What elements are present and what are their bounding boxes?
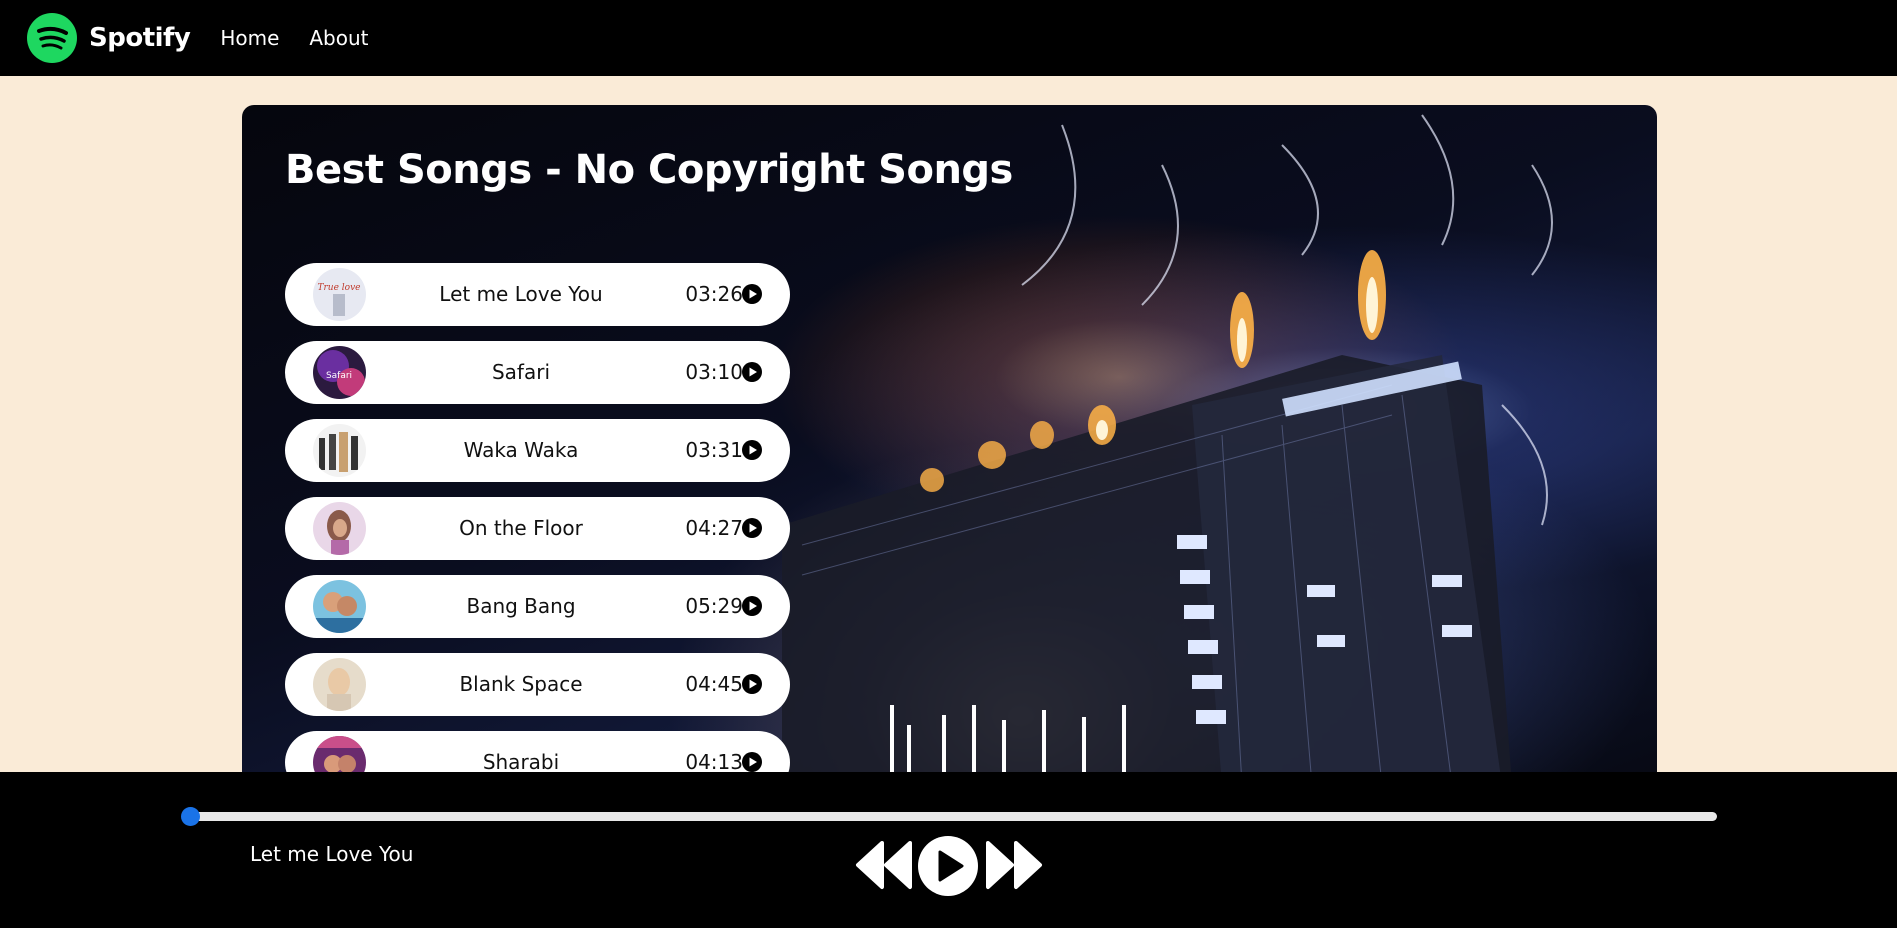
play-icon[interactable] (918, 836, 978, 896)
top-navbar: Spotify Home About (0, 0, 1897, 76)
play-circle-icon[interactable] (742, 362, 762, 382)
spotify-logo-icon (27, 13, 77, 63)
song-item[interactable]: True love Let me Love You 03:26 (285, 263, 790, 326)
svg-text:True love: True love (318, 283, 361, 293)
player-bar: Let me Love You (0, 772, 1897, 928)
song-cover (313, 580, 366, 633)
previous-icon[interactable] (852, 840, 914, 890)
song-name: On the Floor (459, 516, 583, 540)
play-circle-icon[interactable] (742, 440, 762, 460)
song-name: Safari (491, 360, 551, 384)
play-circle-icon[interactable] (742, 284, 762, 304)
song-item[interactable]: Blank Space 04:45 (285, 653, 790, 716)
song-duration: 03:26 (685, 282, 743, 306)
now-playing-title: Let me Love You (250, 842, 414, 866)
nav-link-home[interactable]: Home (220, 26, 279, 50)
song-name: Let me Love You (439, 282, 603, 306)
song-duration: 05:29 (685, 594, 743, 618)
song-cover (313, 424, 366, 477)
song-duration: 04:45 (685, 672, 743, 696)
next-icon[interactable] (984, 840, 1046, 890)
nav-link-about[interactable]: About (309, 26, 368, 50)
song-cover (313, 658, 366, 711)
progress-slider[interactable] (181, 807, 1717, 826)
play-circle-icon[interactable] (742, 752, 762, 772)
song-cover (313, 502, 366, 555)
play-circle-icon[interactable] (742, 596, 762, 616)
song-item[interactable]: Waka Waka 03:31 (285, 419, 790, 482)
progress-thumb[interactable] (181, 807, 200, 826)
song-duration: 03:10 (685, 360, 743, 384)
song-list: True love Let me Love You 03:26 Safari S… (285, 263, 790, 785)
song-name: Blank Space (459, 672, 583, 696)
play-circle-icon[interactable] (742, 674, 762, 694)
svg-text:Safari: Safari (326, 371, 352, 381)
brand-logo[interactable]: Spotify (27, 13, 191, 63)
song-item[interactable]: On the Floor 04:27 (285, 497, 790, 560)
song-cover: True love (313, 268, 366, 321)
playback-controls (852, 836, 1048, 904)
song-item[interactable]: Bang Bang 05:29 (285, 575, 790, 638)
page-title: Best Songs - No Copyright Songs (285, 147, 1013, 193)
song-duration: 04:27 (685, 516, 743, 540)
song-name: Waka Waka (463, 438, 579, 462)
song-item[interactable]: Safari Safari 03:10 (285, 341, 790, 404)
song-name: Bang Bang (466, 594, 576, 618)
play-circle-icon[interactable] (742, 518, 762, 538)
song-cover: Safari (313, 346, 366, 399)
brand-name: Spotify (89, 23, 191, 53)
song-duration: 03:31 (685, 438, 743, 462)
songs-container: Best Songs - No Copyright Songs True lov… (242, 105, 1657, 785)
